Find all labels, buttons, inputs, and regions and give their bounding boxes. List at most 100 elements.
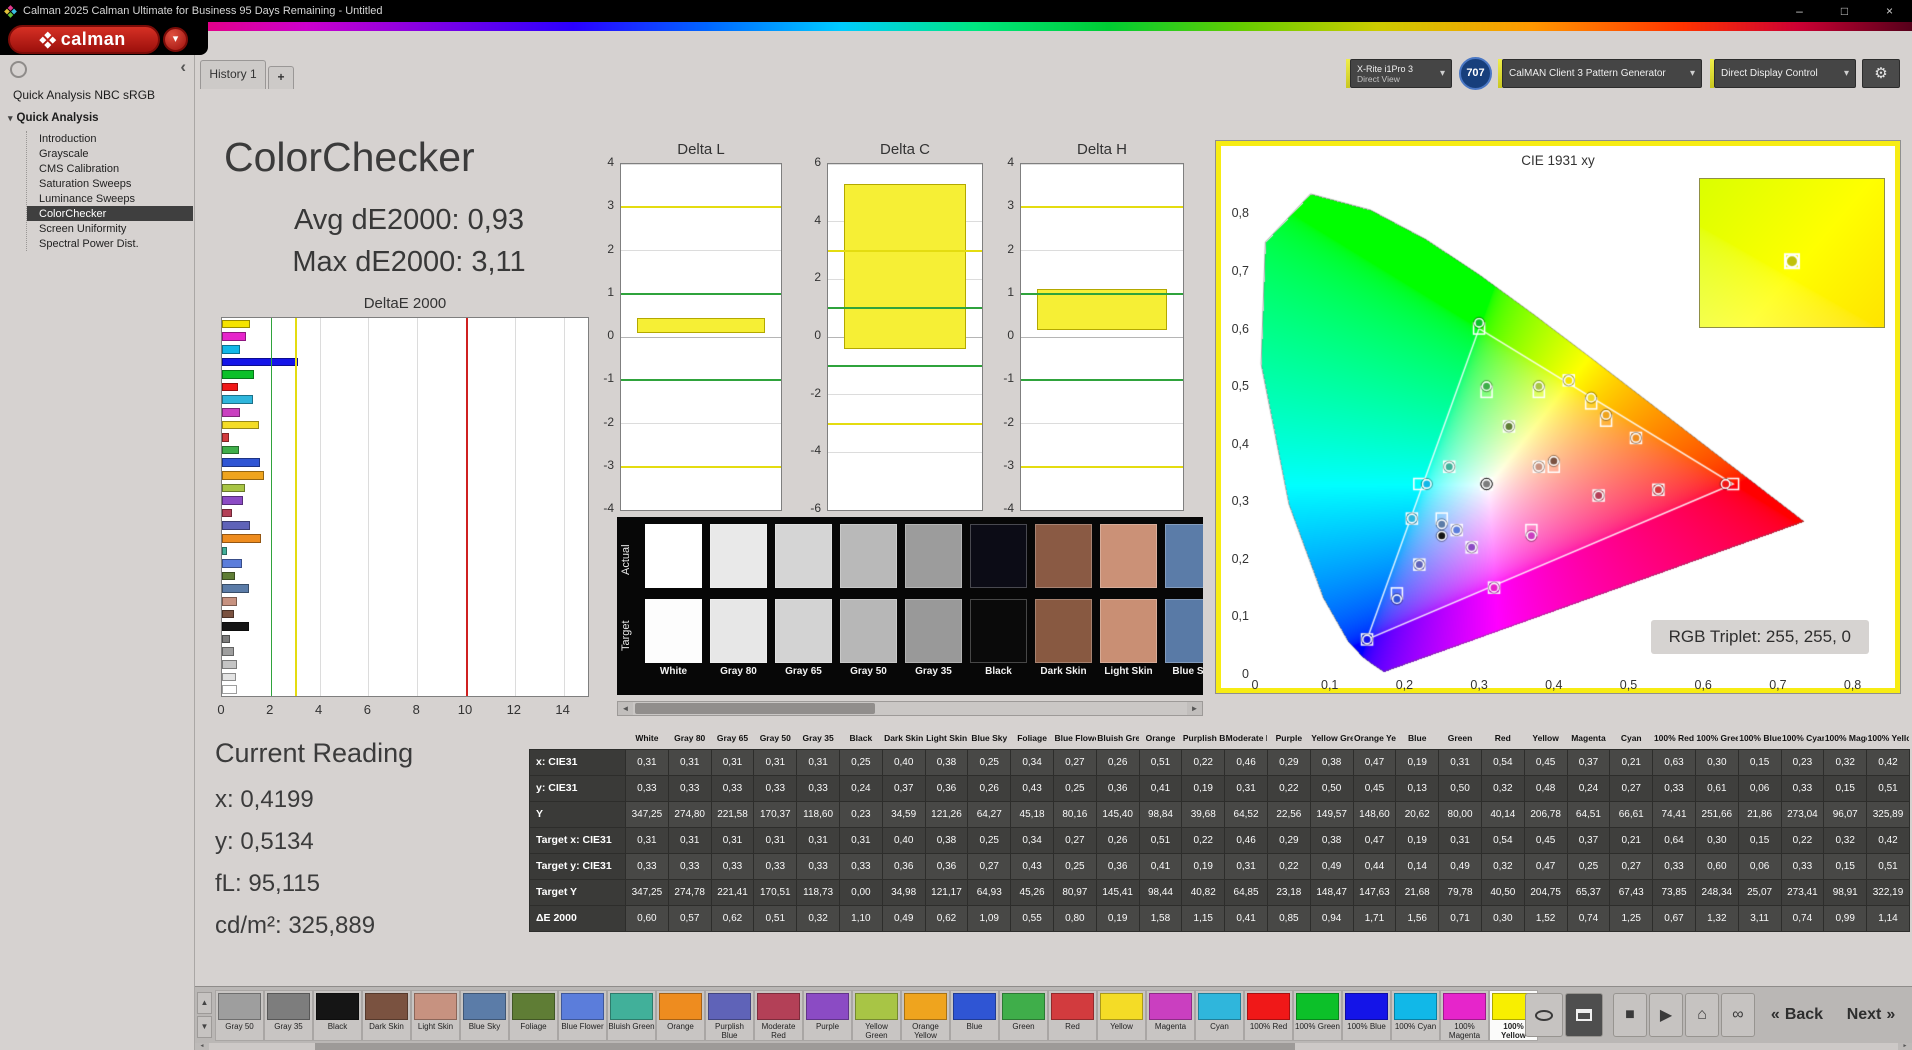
- sidebar-menu-button[interactable]: [10, 61, 27, 78]
- pattern-swatch-black[interactable]: Black: [313, 990, 362, 1041]
- column-header-100-red: 100% Red: [1653, 732, 1695, 743]
- table-cell: 0,62: [924, 904, 969, 932]
- table-cell: 0,37: [881, 774, 926, 802]
- pattern-swatch-orange-yellow[interactable]: Orange Yellow: [901, 990, 950, 1041]
- pattern-swatch-red[interactable]: Red: [1048, 990, 1097, 1041]
- scroll-left-icon[interactable]: ◄: [195, 1043, 209, 1050]
- pattern-swatch-gray-50[interactable]: Gray 50: [215, 990, 264, 1041]
- sidebar-item-colorchecker[interactable]: ColorChecker: [27, 206, 193, 221]
- sidebar-item-saturation-sweeps[interactable]: Saturation Sweeps: [27, 176, 193, 191]
- table-cell: 0,42: [1866, 748, 1910, 776]
- actual-swatch: [1100, 524, 1157, 588]
- pattern-swatch-light-skin[interactable]: Light Skin: [411, 990, 460, 1041]
- calman-logo[interactable]: calman: [8, 25, 160, 54]
- table-cell: 121,17: [924, 878, 969, 906]
- table-cell: 0,21: [1609, 748, 1654, 776]
- pattern-swatch-yellow[interactable]: Yellow: [1097, 990, 1146, 1041]
- column-header-red: Red: [1494, 732, 1511, 743]
- pattern-swatch-purple[interactable]: Purple: [803, 990, 852, 1041]
- comparison-scrollbar[interactable]: ◄ ►: [617, 701, 1203, 716]
- stop-button[interactable]: ■: [1613, 993, 1647, 1037]
- pattern-swatch-blue-flower[interactable]: Blue Flower: [558, 990, 607, 1041]
- pattern-swatch-magenta[interactable]: Magenta: [1146, 990, 1195, 1041]
- pattern-swatch-blue-sky[interactable]: Blue Sky: [460, 990, 509, 1041]
- tolerance-line: [621, 206, 781, 209]
- axis-tick-label: -3: [1003, 457, 1014, 472]
- settings-button[interactable]: ⚙: [1862, 59, 1900, 88]
- close-button[interactable]: ×: [1867, 0, 1912, 22]
- pattern-swatch-100-magenta[interactable]: 100% Magenta: [1440, 990, 1489, 1041]
- scroll-right-icon[interactable]: ►: [1898, 1043, 1912, 1050]
- gear-icon: ⚙: [1874, 65, 1888, 82]
- scrollbar-thumb[interactable]: [635, 703, 875, 714]
- sidebar-item-luminance-sweeps[interactable]: Luminance Sweeps: [27, 191, 193, 206]
- preview-window-button[interactable]: [1525, 993, 1563, 1037]
- pattern-swatch-foliage[interactable]: Foliage: [509, 990, 558, 1041]
- table-cell: 221,41: [710, 878, 755, 906]
- table-cell: 0,32: [1480, 852, 1525, 880]
- pattern-window-button[interactable]: [1565, 993, 1603, 1037]
- pattern-swatch-purplish-blue[interactable]: Purplish Blue: [705, 990, 754, 1041]
- pattern-swatch-gray-35[interactable]: Gray 35: [264, 990, 313, 1041]
- swatch-color: [757, 993, 800, 1020]
- play-button[interactable]: ▶: [1649, 993, 1683, 1037]
- meter-badge[interactable]: 707: [1459, 57, 1492, 90]
- meter-dropdown[interactable]: X-Rite i1Pro 3 Direct View ▾: [1350, 59, 1452, 88]
- sidebar-item-introduction[interactable]: Introduction: [27, 131, 193, 146]
- table-cell: 0,33: [1780, 852, 1825, 880]
- sidebar-item-spectral-power-dist[interactable]: Spectral Power Dist.: [27, 236, 193, 251]
- pattern-swatch-cyan[interactable]: Cyan: [1195, 990, 1244, 1041]
- pattern-swatch-yellow-green[interactable]: Yellow Green: [852, 990, 901, 1041]
- table-cell: 347,25: [625, 800, 669, 828]
- pattern-swatch-100-red[interactable]: 100% Red: [1244, 990, 1293, 1041]
- pattern-swatch-bluish-green[interactable]: Bluish Green: [607, 990, 656, 1041]
- table-cell: 0,41: [1224, 904, 1268, 932]
- pattern-swatch-orange[interactable]: Orange: [656, 990, 705, 1041]
- sidebar-collapse-button[interactable]: ‹: [180, 57, 186, 77]
- table-cell: 0,31: [753, 826, 798, 854]
- dl-plot[interactable]: [620, 163, 782, 511]
- main-menu-button[interactable]: ▾: [163, 27, 188, 52]
- scroll-left-icon[interactable]: ◄: [618, 702, 633, 715]
- table-cell: 0,32: [1823, 748, 1868, 776]
- dc-plot[interactable]: [827, 163, 983, 511]
- deltae-chart-panel[interactable]: [221, 317, 589, 697]
- cie-chart-panel[interactable]: CIE 1931 xy 0 0,1 0,2 0,3 0,4 0,5 0,6 0,7 0,8 0 0…: [1216, 141, 1900, 693]
- pattern-swatch-green[interactable]: Green: [999, 990, 1048, 1041]
- pattern-swatch-100-blue[interactable]: 100% Blue: [1342, 990, 1391, 1041]
- maximize-button[interactable]: □: [1822, 0, 1867, 22]
- swatch-color: [512, 993, 555, 1020]
- chevron-down-icon: ▾: [1689, 68, 1695, 79]
- loop-button[interactable]: ∞: [1721, 993, 1755, 1037]
- scrollbar-thumb[interactable]: [315, 1043, 1295, 1050]
- pattern-swatch-dark-skin[interactable]: Dark Skin: [362, 990, 411, 1041]
- pattern-swatch-blue[interactable]: Blue: [950, 990, 999, 1041]
- sidebar-item-cms-calibration[interactable]: CMS Calibration: [27, 161, 193, 176]
- bottom-scrollbar[interactable]: ◄ ►: [195, 1043, 1912, 1050]
- max-de2000: Max dE2000: 3,11: [292, 246, 526, 278]
- next-button[interactable]: Next »: [1841, 993, 1901, 1037]
- add-tab-button[interactable]: +: [268, 66, 294, 89]
- table-cell: 0,29: [1266, 748, 1311, 776]
- scroll-right-icon[interactable]: ►: [1187, 702, 1202, 715]
- sidebar-item-grayscale[interactable]: Grayscale: [27, 146, 193, 161]
- pattern-scroll-down-button[interactable]: ▼: [197, 1016, 212, 1038]
- minimize-button[interactable]: –: [1777, 0, 1822, 22]
- actual-target-panel[interactable]: Actual Target White Gray 80 Gray 65 Gray 50…: [617, 517, 1203, 695]
- table-cell: 0,80: [1052, 904, 1097, 932]
- workflow-title: Quick Analysis NBC sRGB: [13, 88, 156, 102]
- pattern-swatch-100-cyan[interactable]: 100% Cyan: [1391, 990, 1440, 1041]
- sidebar-item-screen-uniformity[interactable]: Screen Uniformity: [27, 221, 193, 236]
- pattern-scroll-up-button[interactable]: ▲: [197, 992, 212, 1014]
- tab-history-1[interactable]: History 1: [200, 60, 266, 89]
- axis-tick-label: 3: [1007, 198, 1014, 213]
- tree-root-quick-analysis[interactable]: ▾ Quick Analysis: [8, 112, 99, 124]
- display-control-dropdown[interactable]: Direct Display Control ▾: [1714, 59, 1856, 88]
- dh-plot[interactable]: [1020, 163, 1184, 511]
- pattern-swatch-moderate-red[interactable]: Moderate Red: [754, 990, 803, 1041]
- back-button[interactable]: « Back: [1765, 993, 1829, 1037]
- pattern-generator-dropdown[interactable]: CalMAN Client 3 Pattern Generator ▾: [1502, 59, 1702, 88]
- home-button[interactable]: ⌂: [1685, 993, 1719, 1037]
- swatch-label: 100% Green: [1295, 1022, 1340, 1031]
- pattern-swatch-100-green[interactable]: 100% Green: [1293, 990, 1342, 1041]
